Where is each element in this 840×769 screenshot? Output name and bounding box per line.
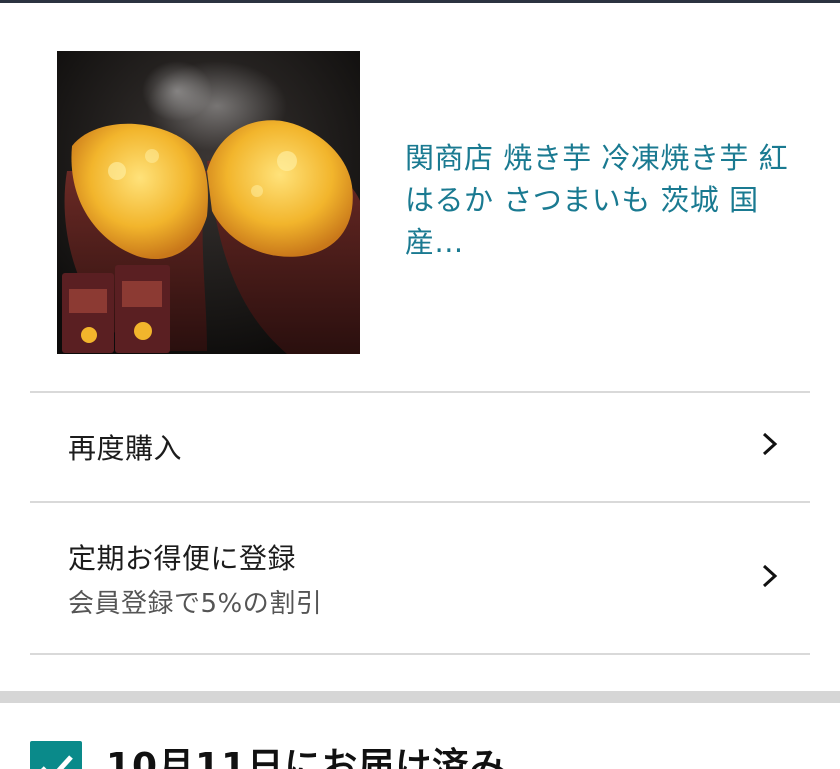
section-separator	[0, 691, 840, 703]
chevron-right-icon	[762, 432, 778, 456]
product-image[interactable]	[57, 51, 360, 354]
buy-again-row[interactable]: 再度購入	[30, 393, 810, 501]
subscribe-row[interactable]: 定期お得便に登録 会員登録で5%の割引	[30, 503, 810, 653]
delivery-status-text: 10月11日にお届け済み	[106, 746, 507, 769]
product-title-link[interactable]: 関商店 焼き芋 冷凍焼き芋 紅はるか さつまいも 茨城 国産...	[405, 137, 805, 263]
delivery-status-section: 10月11日にお届け済み	[0, 703, 840, 769]
subscribe-discount-text: 会員登録で5%の割引	[68, 589, 323, 619]
checkbox-checked-icon	[30, 741, 82, 769]
chevron-right-icon	[762, 564, 778, 588]
roasted-sweet-potato-image	[57, 51, 360, 354]
subscribe-label: 定期お得便に登録	[68, 542, 297, 575]
divider	[30, 653, 810, 655]
order-item-card: 関商店 焼き芋 冷凍焼き芋 紅はるか さつまいも 茨城 国産... 再度購入 定…	[0, 3, 840, 691]
buy-again-label: 再度購入	[68, 432, 183, 465]
